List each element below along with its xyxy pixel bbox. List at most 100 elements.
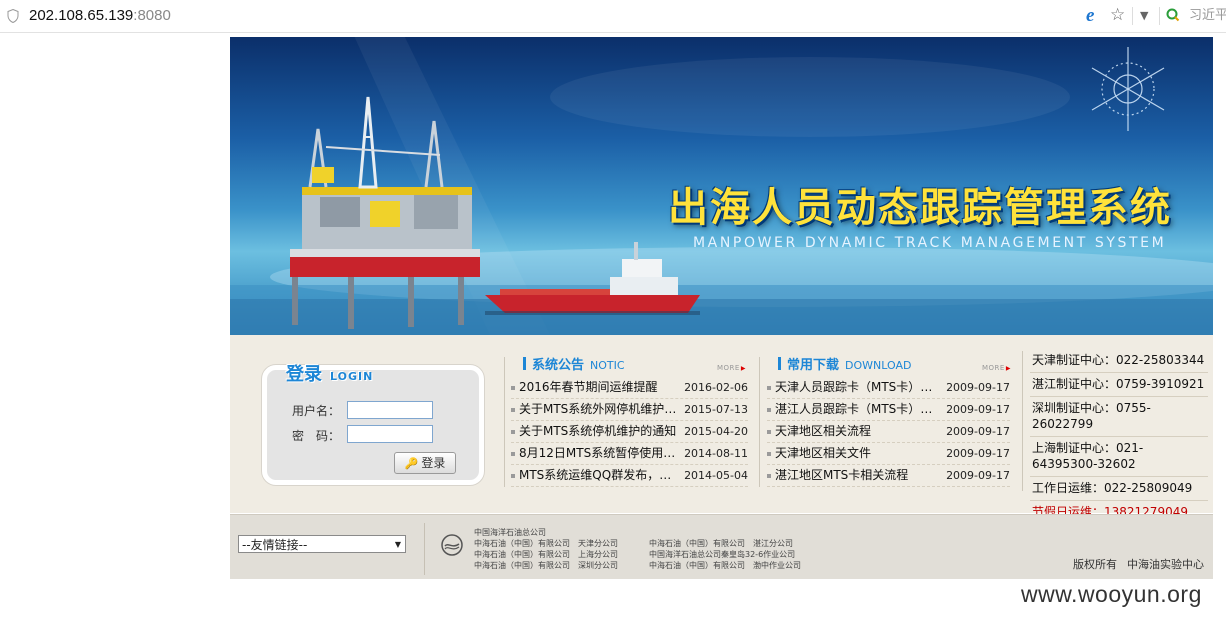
subsidiary-name: 中海石油（中国）有限公司 湛江分公司	[649, 539, 793, 548]
footer: --友情链接-- ▼ 中国海洋石油总公司 中海石油（中国）有限公司 天津分公司 中…	[230, 514, 1213, 579]
search-box[interactable]: 习近平	[1189, 7, 1226, 25]
bullet-icon	[767, 452, 771, 456]
notice-item[interactable]: 8月12日MTS系统暂停使用的通知 2014-08-11	[511, 443, 748, 465]
download-date: 2009-09-17	[946, 447, 1010, 460]
friendly-links-select[interactable]: --友情链接-- ▼	[238, 535, 406, 553]
download-item[interactable]: 天津地区相关流程 2009-09-17	[767, 421, 1010, 443]
notice-date: 2015-04-20	[684, 425, 748, 438]
username-input[interactable]	[347, 401, 433, 419]
notices-more-label: MORE	[717, 364, 740, 372]
download-date: 2009-09-17	[946, 381, 1010, 394]
download-item[interactable]: 湛江地区MTS卡相关流程 2009-09-17	[767, 465, 1010, 487]
contact-tianjin: 天津制证中心：022-25803344	[1030, 349, 1208, 373]
notices-heading-cn: 系统公告	[532, 358, 585, 373]
notice-date: 2014-05-04	[684, 469, 748, 482]
ie-compat-icon[interactable]: e	[1086, 6, 1094, 25]
arrow-right-icon: ▶	[1005, 365, 1011, 372]
bullet-icon	[767, 408, 771, 412]
watermark: www.wooyun.org	[1021, 581, 1202, 607]
subsidiary-name: 中国海洋石油总公司秦皇岛32-6作业公司	[649, 550, 796, 559]
divider	[504, 357, 505, 487]
downloads-more-link[interactable]: MORE▶	[982, 364, 1011, 372]
download-title: 湛江地区MTS卡相关流程	[775, 468, 909, 482]
star-icon[interactable]: ☆	[1110, 5, 1125, 25]
username-label: 用户名：	[292, 404, 341, 418]
chevron-down-icon[interactable]: ▼	[1140, 7, 1148, 25]
system-title: 出海人员动态跟踪管理系统	[668, 185, 1172, 231]
notices-more-link[interactable]: MORE▶	[717, 364, 746, 372]
notice-date: 2015-07-13	[684, 403, 748, 416]
notices-heading: 系统公告 NOTIC	[523, 354, 625, 373]
download-item[interactable]: 湛江人员跟踪卡（MTS卡）使用流程 2009-09-17	[767, 399, 1010, 421]
bullet-icon	[767, 430, 771, 434]
login-heading: 登录 LOGIN	[286, 360, 373, 386]
subsidiaries-col1: 中海石油（中国）有限公司 天津分公司 中海石油（中国）有限公司 上海分公司 中海…	[474, 538, 618, 571]
notice-item[interactable]: 关于MTS系统停机维护的通知 2015-04-20	[511, 421, 748, 443]
notices-list: 2016年春节期间运维提醒 2016-02-06 关于MTS系统外网停机维护的通知…	[511, 377, 748, 487]
download-item[interactable]: 天津地区相关文件 2009-09-17	[767, 443, 1010, 465]
downloads-heading: 常用下载 DOWNLOAD	[778, 354, 911, 373]
subsidiary-name: 中海石油（中国）有限公司 天津分公司	[474, 539, 618, 548]
content-panel: 登录 LOGIN 用户名： 密 码： 🔑 登录 系统公告 NOTIC MORE▶ 20…	[230, 335, 1213, 519]
notice-title: 关于MTS系统外网停机维护的通知	[519, 402, 679, 416]
snowflake-icon	[1091, 47, 1165, 131]
login-button[interactable]: 🔑 登录	[394, 452, 456, 474]
contact-workday-support: 工作日运维：022-25809049	[1030, 477, 1208, 501]
url-port: :8080	[133, 7, 171, 24]
search-icon[interactable]	[1166, 8, 1180, 22]
subsidiary-name: 中海石油（中国）有限公司 渤中作业公司	[649, 561, 801, 570]
banner: 出海人员动态跟踪管理系统 MANPOWER DYNAMIC TRACK MANA…	[230, 37, 1213, 335]
notice-item[interactable]: 2016年春节期间运维提醒 2016-02-06	[511, 377, 748, 399]
key-icon: 🔑	[404, 457, 419, 470]
notice-item[interactable]: MTS系统运维QQ群发布，欢迎加入 2014-05-04	[511, 465, 748, 487]
bullet-icon	[511, 408, 515, 412]
bullet-icon	[511, 452, 515, 456]
notices-heading-en: NOTIC	[590, 359, 625, 372]
bullet-icon	[767, 474, 771, 478]
browser-address-bar: 202.108.65.139:8080 e ☆ ▼ 习近平	[0, 0, 1226, 33]
shield-icon	[7, 9, 19, 23]
notice-date: 2014-08-11	[684, 447, 748, 460]
cnooc-logo-icon	[441, 534, 463, 556]
system-subtitle: MANPOWER DYNAMIC TRACK MANAGEMENT SYSTEM	[693, 235, 1167, 251]
notice-title: 关于MTS系统停机维护的通知	[519, 424, 677, 438]
parent-company: 中国海洋石油总公司	[474, 528, 546, 537]
download-title: 天津人员跟踪卡（MTS卡）使用流程	[775, 380, 935, 394]
url-host: 202.108.65.139	[29, 7, 134, 24]
password-input[interactable]	[347, 425, 433, 443]
copyright-label: 版权所有	[1073, 558, 1117, 571]
downloads-more-label: MORE	[982, 364, 1005, 372]
download-title: 湛江人员跟踪卡（MTS卡）使用流程	[775, 402, 935, 416]
login-button-label: 登录	[421, 456, 446, 470]
download-title: 天津地区相关流程	[775, 424, 872, 438]
downloads-heading-en: DOWNLOAD	[845, 359, 912, 372]
copyright-owner: 中海油实验中心	[1127, 558, 1204, 571]
notice-date: 2016-02-06	[684, 381, 748, 394]
download-title: 天津地区相关文件	[775, 446, 872, 460]
subsidiary-name: 中海石油（中国）有限公司 上海分公司	[474, 550, 618, 559]
contact-shanghai: 上海制证中心：021-64395300-32602	[1030, 437, 1208, 477]
divider	[1159, 7, 1160, 25]
download-item[interactable]: 天津人员跟踪卡（MTS卡）使用流程 2009-09-17	[767, 377, 1010, 399]
contact-info: 天津制证中心：022-25803344 湛江制证中心：0759-3910921 …	[1030, 349, 1208, 524]
url-field[interactable]: 202.108.65.139:8080	[29, 6, 171, 26]
divider	[1132, 7, 1133, 25]
divider	[1022, 351, 1023, 491]
download-date: 2009-09-17	[946, 469, 1010, 482]
friendly-links-value: --友情链接--	[242, 538, 308, 552]
subsidiaries-col2: 中海石油（中国）有限公司 湛江分公司 中国海洋石油总公司秦皇岛32-6作业公司 …	[649, 538, 801, 571]
login-heading-en: LOGIN	[330, 370, 374, 383]
bullet-icon	[511, 474, 515, 478]
login-heading-cn: 登录	[286, 364, 322, 385]
notice-item[interactable]: 关于MTS系统外网停机维护的通知 2015-07-13	[511, 399, 748, 421]
notice-title: 2016年春节期间运维提醒	[519, 380, 658, 394]
arrow-right-icon: ▶	[740, 365, 746, 372]
divider	[759, 357, 760, 487]
downloads-heading-cn: 常用下载	[787, 358, 840, 373]
divider	[424, 523, 425, 575]
contact-shenzhen: 深圳制证中心：0755-26022799	[1030, 397, 1208, 437]
bullet-icon	[511, 386, 515, 390]
download-date: 2009-09-17	[946, 403, 1010, 416]
download-date: 2009-09-17	[946, 425, 1010, 438]
subsidiary-name: 中海石油（中国）有限公司 深圳分公司	[474, 561, 618, 570]
